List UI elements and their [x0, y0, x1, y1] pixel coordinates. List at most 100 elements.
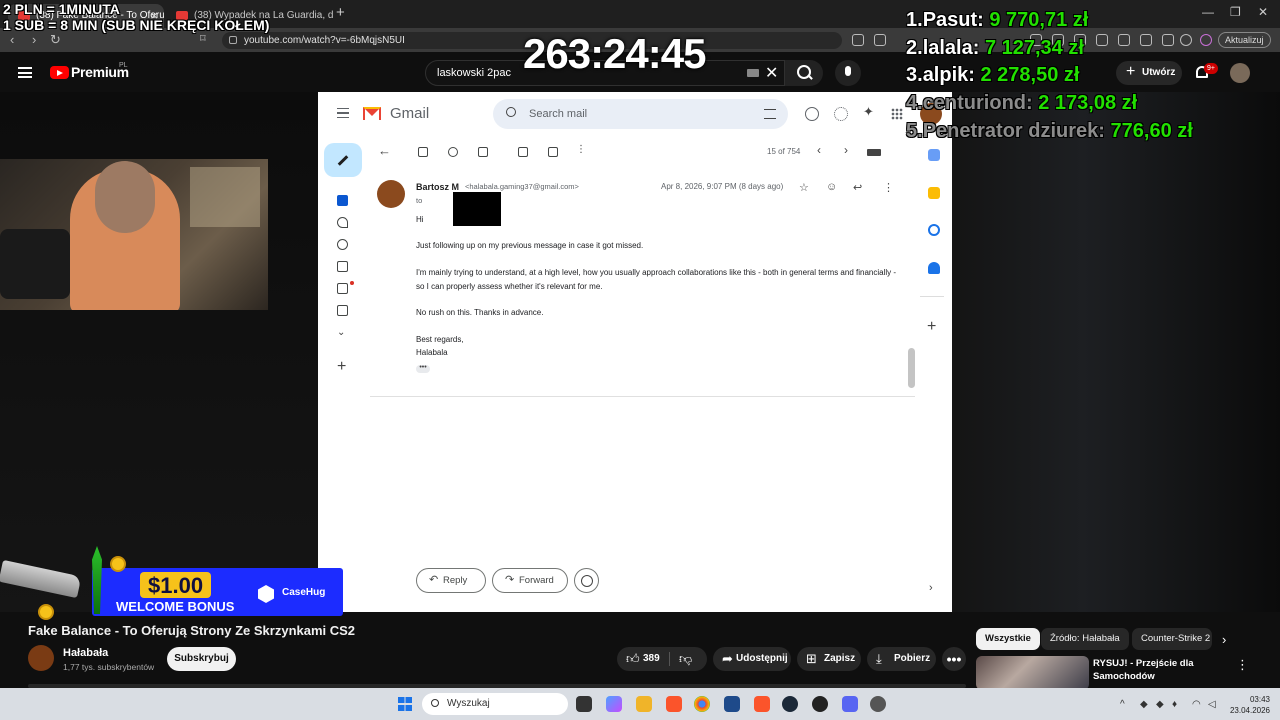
discord-icon[interactable]	[842, 696, 858, 712]
menu-icon[interactable]	[18, 67, 32, 78]
tray-app-icon[interactable]: ◆	[1156, 699, 1164, 710]
download-button[interactable]: ⤓ Pobierz	[867, 647, 936, 671]
new-tab-icon[interactable]: +	[336, 4, 345, 21]
forward-icon: ↷	[505, 574, 515, 586]
tray-chevron-icon[interactable]: ^	[1120, 699, 1125, 710]
save-label: Zapisz	[824, 653, 856, 664]
star-icon: ☆	[799, 182, 809, 194]
search-button[interactable]	[785, 60, 823, 86]
emoji-react-icon: ☺	[826, 181, 838, 193]
recommended-more-icon[interactable]: ⋮	[1236, 657, 1249, 673]
chip-source[interactable]: Źródło: Hałabała	[1041, 628, 1129, 650]
recommended-title[interactable]: RYSUJ! - Przejście dla Samochodów	[1093, 657, 1213, 683]
input-tools-icon	[867, 149, 881, 156]
settings-gear-icon[interactable]	[870, 696, 886, 712]
sidebar-icon[interactable]	[1118, 34, 1130, 46]
more-actions-button[interactable]: •••	[942, 647, 966, 671]
chips-next-icon[interactable]: ›	[1222, 632, 1226, 647]
task-view-icon[interactable]	[576, 696, 592, 712]
plus-icon: +	[1126, 63, 1136, 80]
subathon-timer: 263:24:45	[523, 30, 706, 77]
channel-name[interactable]: Hałabała	[63, 647, 108, 659]
chip-all[interactable]: Wszystkie	[976, 628, 1040, 650]
redacted-block	[453, 192, 501, 226]
download-icon: ⤓	[876, 651, 882, 666]
site-info-icon[interactable]	[229, 36, 237, 44]
channel-avatar[interactable]	[28, 645, 54, 671]
share-icon[interactable]	[874, 34, 886, 46]
windows-start-icon[interactable]	[398, 697, 412, 711]
forward-icon[interactable]: ›	[32, 32, 36, 47]
wifi-icon[interactable]: ◠	[1192, 699, 1201, 710]
brave-active-icon[interactable]	[754, 696, 770, 712]
gmail-screen: Gmail Search mail ✦ ⌄ + ← ⋮ 15 of 754 ‹ …	[318, 92, 952, 612]
ad-text: WELCOME BONUS	[116, 599, 235, 614]
chip-counter-strike[interactable]: Counter-Strike 2	[1132, 628, 1212, 650]
create-button[interactable]: + Utwórz	[1116, 61, 1182, 85]
video-player[interactable]: Gmail Search mail ✦ ⌄ + ← ⋮ 15 of 754 ‹ …	[0, 92, 1280, 612]
like-count[interactable]: 389	[643, 647, 660, 671]
obs-icon[interactable]	[812, 696, 828, 712]
like-dislike-group: 👍︎ 389 👎︎	[617, 647, 707, 671]
divider	[370, 396, 915, 397]
extension-icon[interactable]	[1096, 34, 1108, 46]
voice-search-button[interactable]	[835, 60, 861, 86]
message-paragraph: I'm mainly trying to understand, at a hi…	[416, 268, 897, 291]
search-icon	[506, 107, 516, 117]
save-button[interactable]: ⊞ Zapisz	[797, 647, 861, 671]
vpn-icon[interactable]	[1180, 34, 1192, 46]
youtube-logo-icon[interactable]	[50, 66, 69, 79]
clear-search-icon[interactable]: ✕	[765, 63, 778, 83]
leaderboard-entry: 1.Pasut: 9 770,71 zł	[906, 9, 1089, 31]
sent-icon	[337, 261, 348, 272]
coin-icon	[38, 604, 54, 620]
update-button[interactable]: Aktualizuj	[1218, 32, 1271, 48]
reload-icon[interactable]: ↻	[50, 32, 61, 48]
region-code: PL	[119, 62, 128, 69]
signature: Halabala	[416, 348, 448, 357]
volume-icon[interactable]: ◁	[1208, 699, 1216, 710]
copilot-icon[interactable]	[606, 696, 622, 712]
message-date: Apr 8, 2026, 9:07 PM (8 days ago)	[661, 182, 784, 191]
cast-icon[interactable]	[852, 34, 864, 46]
add-app-icon: +	[927, 318, 937, 335]
share-button[interactable]: ➦ Udostępnij	[713, 647, 791, 671]
wallet-icon[interactable]	[1140, 34, 1152, 46]
subscribe-button[interactable]: Subskrybuj	[167, 647, 236, 671]
bookmark-icon[interactable]: ⌑	[200, 32, 206, 45]
chrome-icon[interactable]	[694, 696, 710, 712]
mark-unread-icon	[518, 147, 528, 157]
archive-icon	[418, 147, 428, 157]
like-icon[interactable]: 👍︎	[626, 647, 640, 671]
older-icon: ›	[844, 143, 848, 157]
ad-brand: CaseHug	[282, 587, 326, 598]
file-explorer-icon[interactable]	[636, 696, 652, 712]
minimize-icon[interactable]: —	[1202, 5, 1214, 19]
message-paragraph: No rush on this. Thanks in advance.	[416, 308, 544, 317]
gmail-logo-icon	[363, 107, 381, 120]
store-icon[interactable]	[724, 696, 740, 712]
keyboard-icon[interactable]	[747, 69, 759, 77]
reply-label: Reply	[443, 575, 468, 586]
message-paragraph: Just following up on my previous message…	[416, 241, 644, 250]
sender-email: <halabala.gaming37@gmail.com>	[465, 182, 579, 191]
wallet-icon[interactable]	[1162, 34, 1174, 46]
apps-icon	[891, 108, 903, 120]
tray-mic-icon[interactable]: ♦	[1172, 699, 1177, 710]
maximize-icon[interactable]: ❐	[1230, 5, 1241, 19]
system-clock[interactable]: 03:43 23.04.2026	[1226, 694, 1270, 716]
steam-icon[interactable]	[782, 696, 798, 712]
taskbar-search[interactable]: Wyszukaj	[422, 693, 568, 715]
clock-date: 23.04.2026	[1229, 706, 1270, 715]
brave-browser-icon[interactable]	[666, 696, 682, 712]
forward-label: Forward	[519, 575, 554, 586]
recommended-thumbnail[interactable]	[976, 656, 1089, 690]
tray-app-icon[interactable]: ◆	[1140, 699, 1148, 710]
profile-icon[interactable]	[1200, 34, 1212, 46]
close-window-icon[interactable]: ✕	[1258, 5, 1268, 19]
contacts-app-icon	[928, 262, 940, 274]
dislike-icon[interactable]: 👎︎	[679, 647, 692, 671]
account-avatar[interactable]	[1230, 63, 1250, 83]
back-icon[interactable]: ‹	[10, 32, 14, 47]
taskbar-search-placeholder: Wyszukaj	[447, 698, 490, 709]
